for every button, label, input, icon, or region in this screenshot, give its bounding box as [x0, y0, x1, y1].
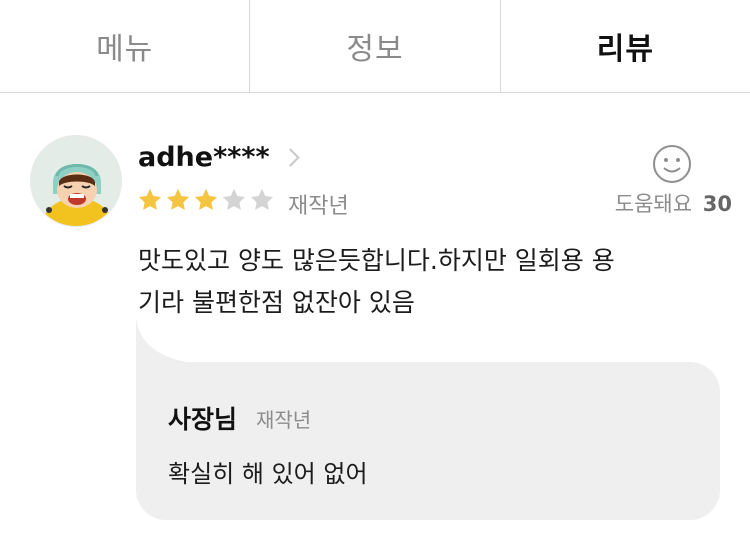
avatar[interactable] — [30, 135, 122, 227]
tab-bar: 메뉴 정보 리뷰 — [0, 0, 750, 93]
star-empty-icon — [222, 188, 246, 210]
star-filled-icon — [194, 188, 218, 210]
star-filled-icon — [138, 188, 162, 210]
reply-date: 재작년 — [256, 408, 312, 432]
review-text-line: 맛도있고 양도 많은듯합니다.하지만 일회용 용 — [138, 246, 615, 275]
tab-menu[interactable]: 메뉴 — [0, 0, 251, 92]
star-filled-icon — [166, 188, 190, 210]
avatar-character-icon — [31, 136, 121, 226]
reply-text: 확실히 해 있어 없어 — [168, 460, 368, 488]
review-date: 재작년 — [288, 194, 349, 219]
rating-stars — [136, 186, 276, 214]
owner-reply: 사장님 재작년 확실히 해 있어 없어 — [136, 362, 720, 520]
reply-bubble-tail — [136, 318, 206, 364]
reply-author: 사장님 — [168, 405, 238, 434]
helpful-button[interactable]: 도움돼요 30 — [615, 188, 732, 218]
star-empty-icon — [250, 188, 274, 210]
review-author-name: adhe**** — [138, 142, 270, 173]
chevron-right-icon — [280, 148, 300, 167]
smile-icon[interactable] — [652, 144, 692, 184]
tab-reviews[interactable]: 리뷰 — [501, 0, 750, 92]
helpful-count: 30 — [702, 192, 732, 216]
review-text-line: 기라 불편한점 없잔아 있음 — [138, 288, 415, 317]
review-author[interactable]: adhe**** — [138, 142, 300, 173]
helpful-label: 도움돼요 — [614, 192, 693, 216]
tab-info[interactable]: 정보 — [250, 0, 501, 92]
review-text: 맛도있고 양도 많은듯합니다.하지만 일회용 용 기라 불편한점 없잔아 있음 — [138, 240, 718, 324]
